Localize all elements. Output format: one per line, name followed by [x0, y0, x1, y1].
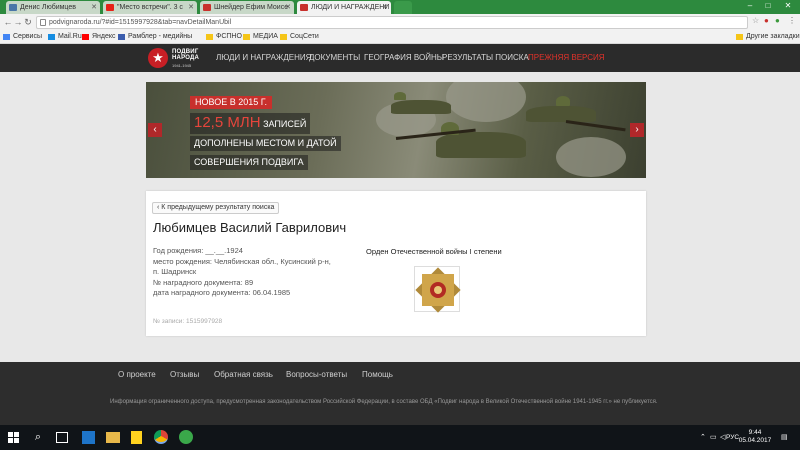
footer-disclaimer: Информация ограниченного доступа, предус… — [110, 399, 658, 405]
site-logo[interactable]: ★ ПОДВИГ НАРОДА 1941-1945 — [148, 47, 204, 69]
page-info-icon[interactable] — [40, 19, 46, 26]
close-tab-icon[interactable]: ✕ — [91, 1, 97, 14]
bookmark-mailru[interactable]: Mail.Ru — [48, 31, 82, 43]
banner-line-3: СОВЕРШЕНИЯ ПОДВИГА — [190, 155, 308, 170]
minimize-icon[interactable]: – — [742, 0, 758, 12]
windows-taskbar: ⌕ ⌃ ▭ ◁ РУС 9:44 05.04.2017 ▤ — [0, 425, 800, 450]
podvig-favicon-icon — [300, 4, 308, 11]
windows-start-icon[interactable] — [8, 432, 20, 444]
reload-icon[interactable]: ↻ — [23, 17, 33, 28]
record-number: № записи: 1515997928 — [153, 318, 223, 325]
banner-next-button[interactable]: › — [630, 123, 644, 137]
chrome-icon[interactable] — [154, 430, 168, 444]
apps-icon — [3, 34, 10, 40]
tab-4-active[interactable]: ЛЮДИ И НАГРАЖДЕНИ ✕ — [297, 1, 391, 14]
url-input[interactable]: podvignaroda.ru/?#id=1515997928&tab=navD… — [36, 16, 748, 29]
search-icon[interactable]: ⌕ — [30, 429, 46, 445]
nav-search-results[interactable]: РЕЗУЛЬТАТЫ ПОИСКА — [442, 44, 529, 72]
site-footer: О проекте Отзывы Обратная связь Вопросы-… — [0, 362, 800, 425]
utorrent-icon[interactable] — [179, 430, 193, 444]
edge-icon[interactable] — [82, 431, 95, 444]
star-icon: ★ — [148, 48, 168, 68]
birth-place-cont: п. Шадринск — [153, 267, 197, 276]
close-window-icon[interactable]: ✕ — [780, 0, 796, 12]
mailru-icon — [48, 34, 55, 40]
tab-title: ЛЮДИ И НАГРАЖДЕНИ — [311, 4, 390, 11]
award-doc-date: дата наградного документа: 06.04.1985 — [153, 288, 291, 297]
new-tab-button[interactable] — [394, 1, 412, 14]
close-tab-icon[interactable]: ✕ — [188, 1, 194, 14]
network-icon[interactable]: ▭ — [710, 425, 717, 450]
banner-badge: НОВОЕ В 2015 Г. — [190, 96, 273, 109]
notifications-icon[interactable]: ▤ — [781, 425, 788, 450]
sticky-notes-icon[interactable] — [131, 431, 142, 444]
vk-icon — [9, 4, 17, 11]
person-name: Любимцев Василий Гаврилович — [153, 220, 347, 235]
banner-line-1: 12,5 МЛН ЗАПИСЕЙ — [190, 113, 311, 134]
nav-old-version[interactable]: ПРЕЖНЯЯ ВЕРСИЯ — [528, 44, 605, 72]
tray-up-arrow-icon[interactable]: ⌃ — [700, 425, 706, 450]
footer-link-help[interactable]: Помощь — [362, 370, 393, 379]
extension-icon[interactable]: ● — [775, 15, 780, 26]
bookmark-yandex[interactable]: Яндекс — [82, 31, 116, 43]
forward-arrow-icon[interactable]: → — [13, 17, 23, 28]
record-card: ‹ К предыдущему результату поиска Любимц… — [146, 191, 646, 336]
nav-war-geography[interactable]: ГЕОГРАФИЯ ВОЙНЫ — [364, 44, 444, 72]
file-explorer-icon[interactable] — [106, 432, 120, 443]
tab-3[interactable]: Шнейдер Ефим Моисе ✕ — [200, 1, 294, 14]
bookmarks-bar: Сервисы Mail.Ru Яндекс Рамблер - медийны… — [0, 31, 800, 44]
footer-link-about[interactable]: О проекте — [118, 370, 156, 379]
podvig-favicon-icon — [203, 4, 211, 11]
nav-documents[interactable]: ДОКУМЕНТЫ — [309, 44, 360, 72]
tab-1[interactable]: Денис Любимцев ✕ — [6, 1, 100, 14]
banner-prev-button[interactable]: ‹ — [148, 123, 162, 137]
yandex-icon — [82, 34, 89, 40]
extension-icon[interactable]: ● — [764, 15, 769, 26]
logo-years: 1941-1945 — [172, 63, 192, 68]
url-text: podvignaroda.ru/?#id=1515997928&tab=navD… — [49, 19, 232, 26]
other-bookmarks[interactable]: Другие закладки — [736, 31, 800, 43]
address-bar: ← → ↻ podvignaroda.ru/?#id=1515997928&ta… — [0, 14, 800, 31]
footer-link-feedback[interactable]: Обратная связь — [214, 370, 273, 379]
folder-icon — [206, 34, 213, 40]
rambler-icon — [118, 34, 125, 40]
system-clock[interactable]: 9:44 05.04.2017 — [738, 429, 772, 445]
bookmark-media[interactable]: МЕДИА — [243, 31, 278, 43]
maximize-icon[interactable]: □ — [760, 0, 776, 12]
tab-title: Денис Любимцев — [20, 4, 76, 11]
logo-text: ПОДВИГ НАРОДА — [172, 49, 199, 61]
folder-icon — [736, 34, 743, 40]
order-medal-image[interactable] — [414, 266, 461, 313]
award-doc-number: № наградного документа: 89 — [153, 277, 254, 287]
folder-icon — [243, 34, 250, 40]
close-tab-icon[interactable]: ✕ — [285, 1, 291, 14]
award-title[interactable]: Орден Отечественной войны I степени — [366, 247, 502, 256]
birth-year: Год рождения: __.__.1924 — [153, 246, 243, 255]
tab-title: "Место встречи". 3 с — [117, 4, 183, 11]
site-header: ★ ПОДВИГ НАРОДА 1941-1945 ЛЮДИ И НАГРАЖДЕ… — [0, 44, 800, 72]
volume-icon[interactable]: ◁ — [720, 425, 725, 450]
tab-2[interactable]: "Место встречи". 3 с ✕ — [103, 1, 197, 14]
bookmark-star-icon[interactable]: ☆ — [752, 15, 759, 26]
tab-title: Шнейдер Ефим Моисе — [214, 4, 289, 11]
banner-line-2: ДОПОЛНЕНЫ МЕСТОМ И ДАТОЙ — [190, 136, 341, 151]
bookmark-services[interactable]: Сервисы — [3, 31, 42, 43]
footer-link-reviews[interactable]: Отзывы — [170, 370, 199, 379]
footer-link-faq[interactable]: Вопросы-ответы — [286, 370, 347, 379]
nav-people-awards[interactable]: ЛЮДИ И НАГРАЖДЕНИЯ — [216, 44, 311, 72]
birth-place: место рождения: Челябинская обл., Кусинс… — [153, 256, 331, 266]
task-view-icon[interactable] — [56, 432, 68, 443]
bookmark-rambler[interactable]: Рамблер - медийны — [118, 31, 192, 43]
back-to-results-button[interactable]: ‹ К предыдущему результату поиска — [152, 202, 280, 214]
menu-icon[interactable]: ⋮ — [788, 15, 796, 26]
bookmark-fspno[interactable]: ФСПНО — [206, 31, 242, 43]
back-arrow-icon[interactable]: ← — [3, 17, 13, 28]
folder-icon — [280, 34, 287, 40]
close-tab-icon[interactable]: ✕ — [382, 1, 388, 14]
youtube-icon — [106, 4, 114, 11]
browser-tab-strip: Денис Любимцев ✕ "Место встречи". 3 с ✕ … — [0, 0, 800, 14]
bookmark-socseti[interactable]: СоцСети — [280, 31, 319, 43]
promo-banner[interactable]: НОВОЕ В 2015 Г. 12,5 МЛН ЗАПИСЕЙ ДОПОЛНЕ… — [146, 82, 646, 178]
